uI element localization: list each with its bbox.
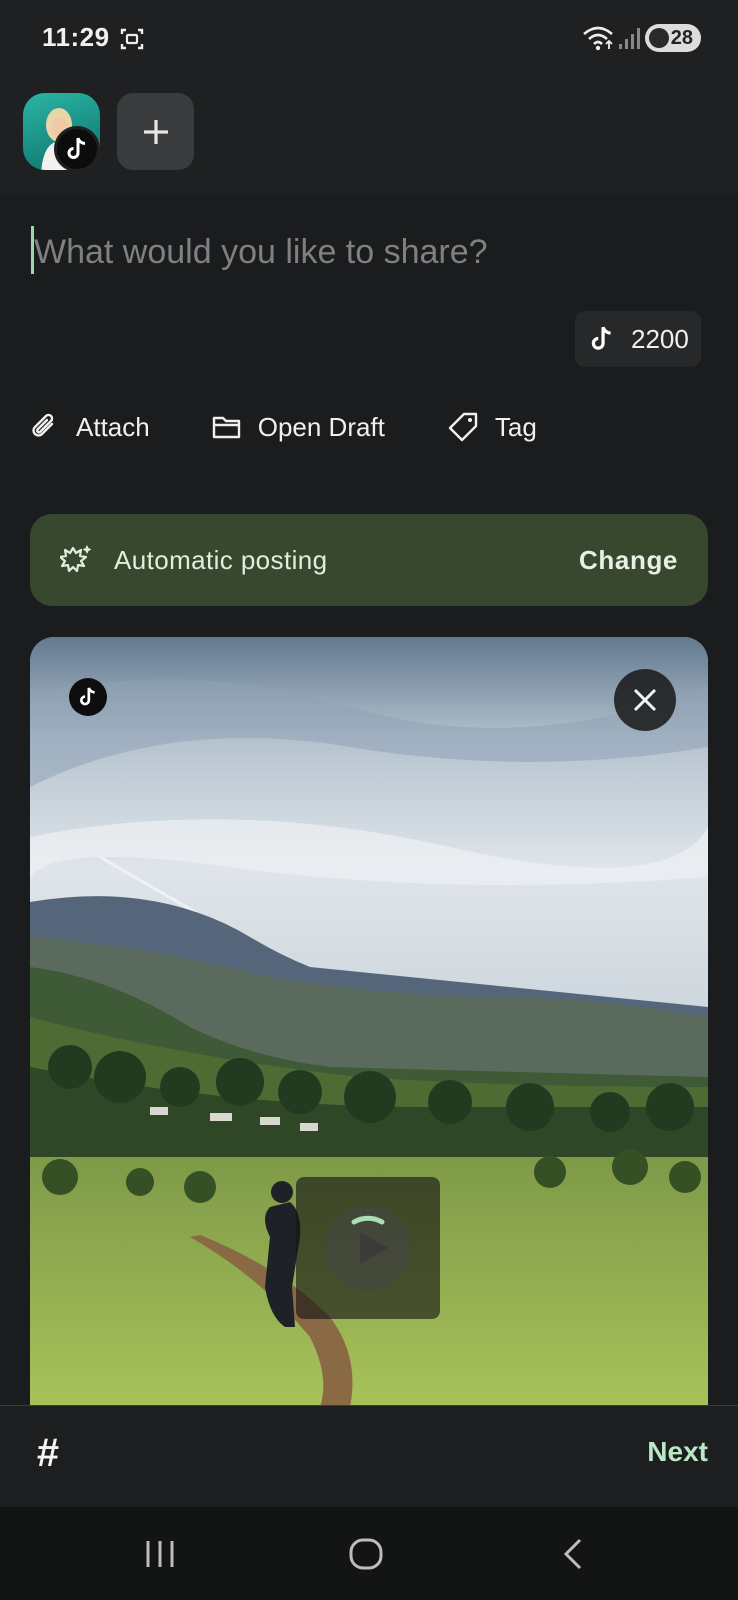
back-button[interactable] — [548, 1533, 598, 1575]
recent-apps-icon — [146, 1541, 174, 1567]
play-button[interactable] — [296, 1177, 440, 1319]
paperclip-icon — [32, 413, 54, 437]
compose-screen: 11:29 28 What would you like to share? 2… — [0, 0, 738, 1600]
compose-actions: Attach Open Draft Tag — [30, 402, 599, 452]
home-icon — [349, 1538, 383, 1570]
system-navigation-bar — [0, 1507, 738, 1600]
open-draft-label: Open Draft — [257, 411, 385, 442]
media-preview[interactable] — [30, 637, 708, 1407]
remove-media-button[interactable] — [614, 669, 676, 731]
tiktok-icon — [591, 326, 611, 350]
auto-schedule-icon — [60, 545, 92, 573]
hashtag-button[interactable]: # — [28, 1428, 68, 1478]
change-posting-button[interactable]: Change — [579, 545, 678, 576]
power-saving-icon — [649, 28, 669, 48]
next-button[interactable]: Next — [647, 1436, 708, 1468]
wifi-icon — [583, 26, 613, 51]
post-text-input[interactable] — [34, 226, 714, 278]
recent-apps-button[interactable] — [135, 1533, 185, 1575]
tag-button[interactable]: Tag — [447, 411, 537, 443]
tag-icon — [448, 412, 478, 442]
folder-icon — [212, 416, 240, 439]
character-count: 2200 — [575, 311, 701, 367]
play-loading-icon — [326, 1206, 410, 1290]
battery-level: 28 — [670, 26, 693, 49]
tiktok-icon — [54, 126, 100, 172]
attach-label: Attach — [76, 411, 150, 442]
character-limit: 2200 — [631, 323, 689, 354]
plus-icon — [143, 119, 168, 144]
automatic-posting-card: Automatic posting Change — [30, 514, 708, 606]
battery-icon: 28 — [645, 24, 701, 52]
status-time: 11:29 — [42, 22, 110, 52]
automatic-posting-label: Automatic posting — [114, 544, 328, 575]
home-button[interactable] — [341, 1533, 391, 1575]
tag-label: Tag — [494, 411, 537, 442]
screenshot-icon — [120, 28, 144, 50]
add-account-button[interactable] — [117, 93, 194, 170]
back-icon — [563, 1538, 582, 1570]
open-draft-button[interactable]: Open Draft — [212, 412, 385, 443]
attach-button[interactable]: Attach — [30, 412, 150, 443]
top-bar: 11:29 28 — [0, 0, 738, 195]
bottom-toolbar: # Next — [0, 1405, 738, 1507]
tiktok-icon — [69, 678, 107, 716]
signal-icon — [619, 28, 640, 49]
close-icon — [633, 688, 657, 712]
